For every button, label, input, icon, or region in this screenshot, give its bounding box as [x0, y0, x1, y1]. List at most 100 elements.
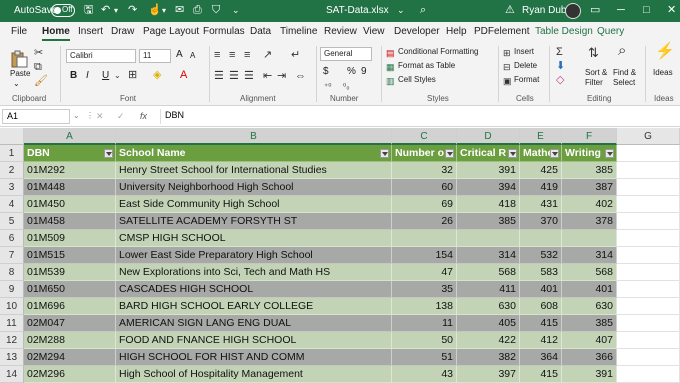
formula-input[interactable]: DBN	[160, 109, 678, 124]
table-cell[interactable]: 412	[520, 332, 562, 349]
table-cell[interactable]: 47	[392, 264, 457, 281]
filter-dropdown-icon[interactable]	[605, 149, 614, 158]
align-center-icon[interactable]: ☰	[229, 70, 239, 82]
format-table-icon[interactable]: ▦	[386, 61, 395, 73]
shrink-font-button[interactable]: A	[190, 51, 195, 60]
filter-dropdown-icon[interactable]	[508, 149, 517, 158]
table-header-cell[interactable]: Mathe	[520, 145, 562, 162]
table-cell[interactable]: 314	[562, 247, 617, 264]
table-cell[interactable]: Henry Street School for International St…	[116, 162, 392, 179]
table-cell[interactable]: 419	[520, 179, 562, 196]
table-cell[interactable]: University Neighborhood High School	[116, 179, 392, 196]
decrease-decimal-icon[interactable]: ⁰₀	[343, 81, 350, 93]
table-cell[interactable]: 415	[520, 366, 562, 383]
table-cell[interactable]: 32	[392, 162, 457, 179]
undo-icon[interactable]: ↶	[101, 4, 110, 17]
tab-review[interactable]: Review	[324, 26, 357, 37]
empty-cell[interactable]	[617, 196, 680, 213]
filter-dropdown-icon[interactable]	[380, 149, 389, 158]
empty-cell[interactable]	[617, 179, 680, 196]
table-cell[interactable]: 630	[562, 298, 617, 315]
table-cell[interactable]: 394	[457, 179, 520, 196]
column-header-d[interactable]: D	[457, 128, 520, 145]
sort-filter-icon[interactable]: ⇅	[588, 46, 599, 59]
row-header[interactable]: 1	[0, 145, 24, 162]
table-cell[interactable]: 01M292	[24, 162, 116, 179]
format-cells-icon[interactable]: ▣	[503, 75, 512, 87]
undo-dropdown-icon[interactable]: ▾	[114, 4, 118, 17]
row-header[interactable]: 8	[0, 264, 24, 281]
tab-page-layout[interactable]: Page Layout	[143, 26, 199, 37]
row-header[interactable]: 6	[0, 230, 24, 247]
row-header[interactable]: 2	[0, 162, 24, 179]
table-cell[interactable]: 01M515	[24, 247, 116, 264]
align-left-icon[interactable]: ☰	[214, 70, 224, 82]
row-header[interactable]: 4	[0, 196, 24, 213]
table-cell[interactable]: 26	[392, 213, 457, 230]
font-size-select[interactable]: 11	[139, 49, 171, 63]
tab-home[interactable]: Home	[42, 26, 70, 41]
table-cell[interactable]: 411	[457, 281, 520, 298]
tab-timeline[interactable]: Timeline	[280, 26, 317, 37]
table-cell[interactable]: 01M539	[24, 264, 116, 281]
table-cell[interactable]: 425	[520, 162, 562, 179]
avatar[interactable]	[565, 3, 581, 19]
insert-cells-icon[interactable]: ⊞	[503, 47, 511, 59]
font-color-icon[interactable]: A	[180, 69, 187, 81]
cell-styles-icon[interactable]: ▥	[386, 75, 395, 87]
table-cell[interactable]: 01M450	[24, 196, 116, 213]
tab-view[interactable]: View	[363, 26, 385, 37]
touch-dropdown-icon[interactable]: ▾	[162, 4, 166, 17]
table-cell[interactable]: 568	[562, 264, 617, 281]
table-cell[interactable]: 02M288	[24, 332, 116, 349]
copy-icon[interactable]: ⧉	[34, 61, 42, 73]
borders-icon[interactable]: ⊞	[128, 69, 137, 81]
table-cell[interactable]	[457, 230, 520, 247]
table-cell[interactable]: AMERICAN SIGN LANG ENG DUAL	[116, 315, 392, 332]
grow-font-button[interactable]: A	[176, 49, 183, 60]
table-cell[interactable]: 385	[457, 213, 520, 230]
table-cell[interactable]: 51	[392, 349, 457, 366]
customize-toolbar-icon[interactable]: ⌄	[232, 4, 240, 17]
table-cell[interactable]: 415	[520, 315, 562, 332]
tab-draw[interactable]: Draw	[111, 26, 134, 37]
empty-cell[interactable]	[617, 162, 680, 179]
row-header[interactable]: 13	[0, 349, 24, 366]
table-cell[interactable]: 405	[457, 315, 520, 332]
name-box[interactable]: A1	[2, 109, 70, 124]
table-cell[interactable]: 11	[392, 315, 457, 332]
table-cell[interactable]: 364	[520, 349, 562, 366]
table-cell[interactable]: 608	[520, 298, 562, 315]
table-cell[interactable]: 568	[457, 264, 520, 281]
insert-cells-button[interactable]: Insert	[514, 47, 534, 56]
format-cells-button[interactable]: Format	[514, 75, 539, 84]
cell-styles-button[interactable]: Cell Styles	[398, 75, 436, 84]
currency-button[interactable]: $	[323, 66, 329, 77]
align-top-icon[interactable]: ≡	[214, 49, 220, 61]
tab-formulas[interactable]: Formulas	[203, 26, 245, 37]
row-header[interactable]: 3	[0, 179, 24, 196]
table-cell[interactable]	[392, 230, 457, 247]
autosum-icon[interactable]: Σ	[556, 46, 563, 58]
table-cell[interactable]: 01M696	[24, 298, 116, 315]
format-painter-icon[interactable]: 🖌	[34, 75, 48, 87]
table-cell[interactable]: HIGH SCHOOL FOR HIST AND COMM	[116, 349, 392, 366]
touch-mode-icon[interactable]: ☝	[148, 4, 162, 17]
tab-query[interactable]: Query	[597, 26, 624, 37]
row-header[interactable]: 7	[0, 247, 24, 264]
select-all-corner[interactable]	[0, 128, 24, 145]
empty-cell[interactable]	[617, 145, 680, 162]
fill-color-icon[interactable]: ◈	[153, 69, 161, 81]
column-header-c[interactable]: C	[392, 128, 457, 145]
enter-button[interactable]: ✓	[117, 111, 125, 122]
empty-cell[interactable]	[617, 281, 680, 298]
table-cell[interactable]: 02M296	[24, 366, 116, 383]
tab-pdfelement[interactable]: PDFelement	[474, 26, 530, 37]
ideas-button[interactable]: Ideas	[653, 68, 673, 77]
table-cell[interactable]: 382	[457, 349, 520, 366]
empty-cell[interactable]	[617, 247, 680, 264]
filter-dropdown-icon[interactable]	[445, 149, 454, 158]
table-cell[interactable]: 387	[562, 179, 617, 196]
table-cell[interactable]: 391	[457, 162, 520, 179]
font-name-select[interactable]: Calibri	[66, 49, 136, 63]
